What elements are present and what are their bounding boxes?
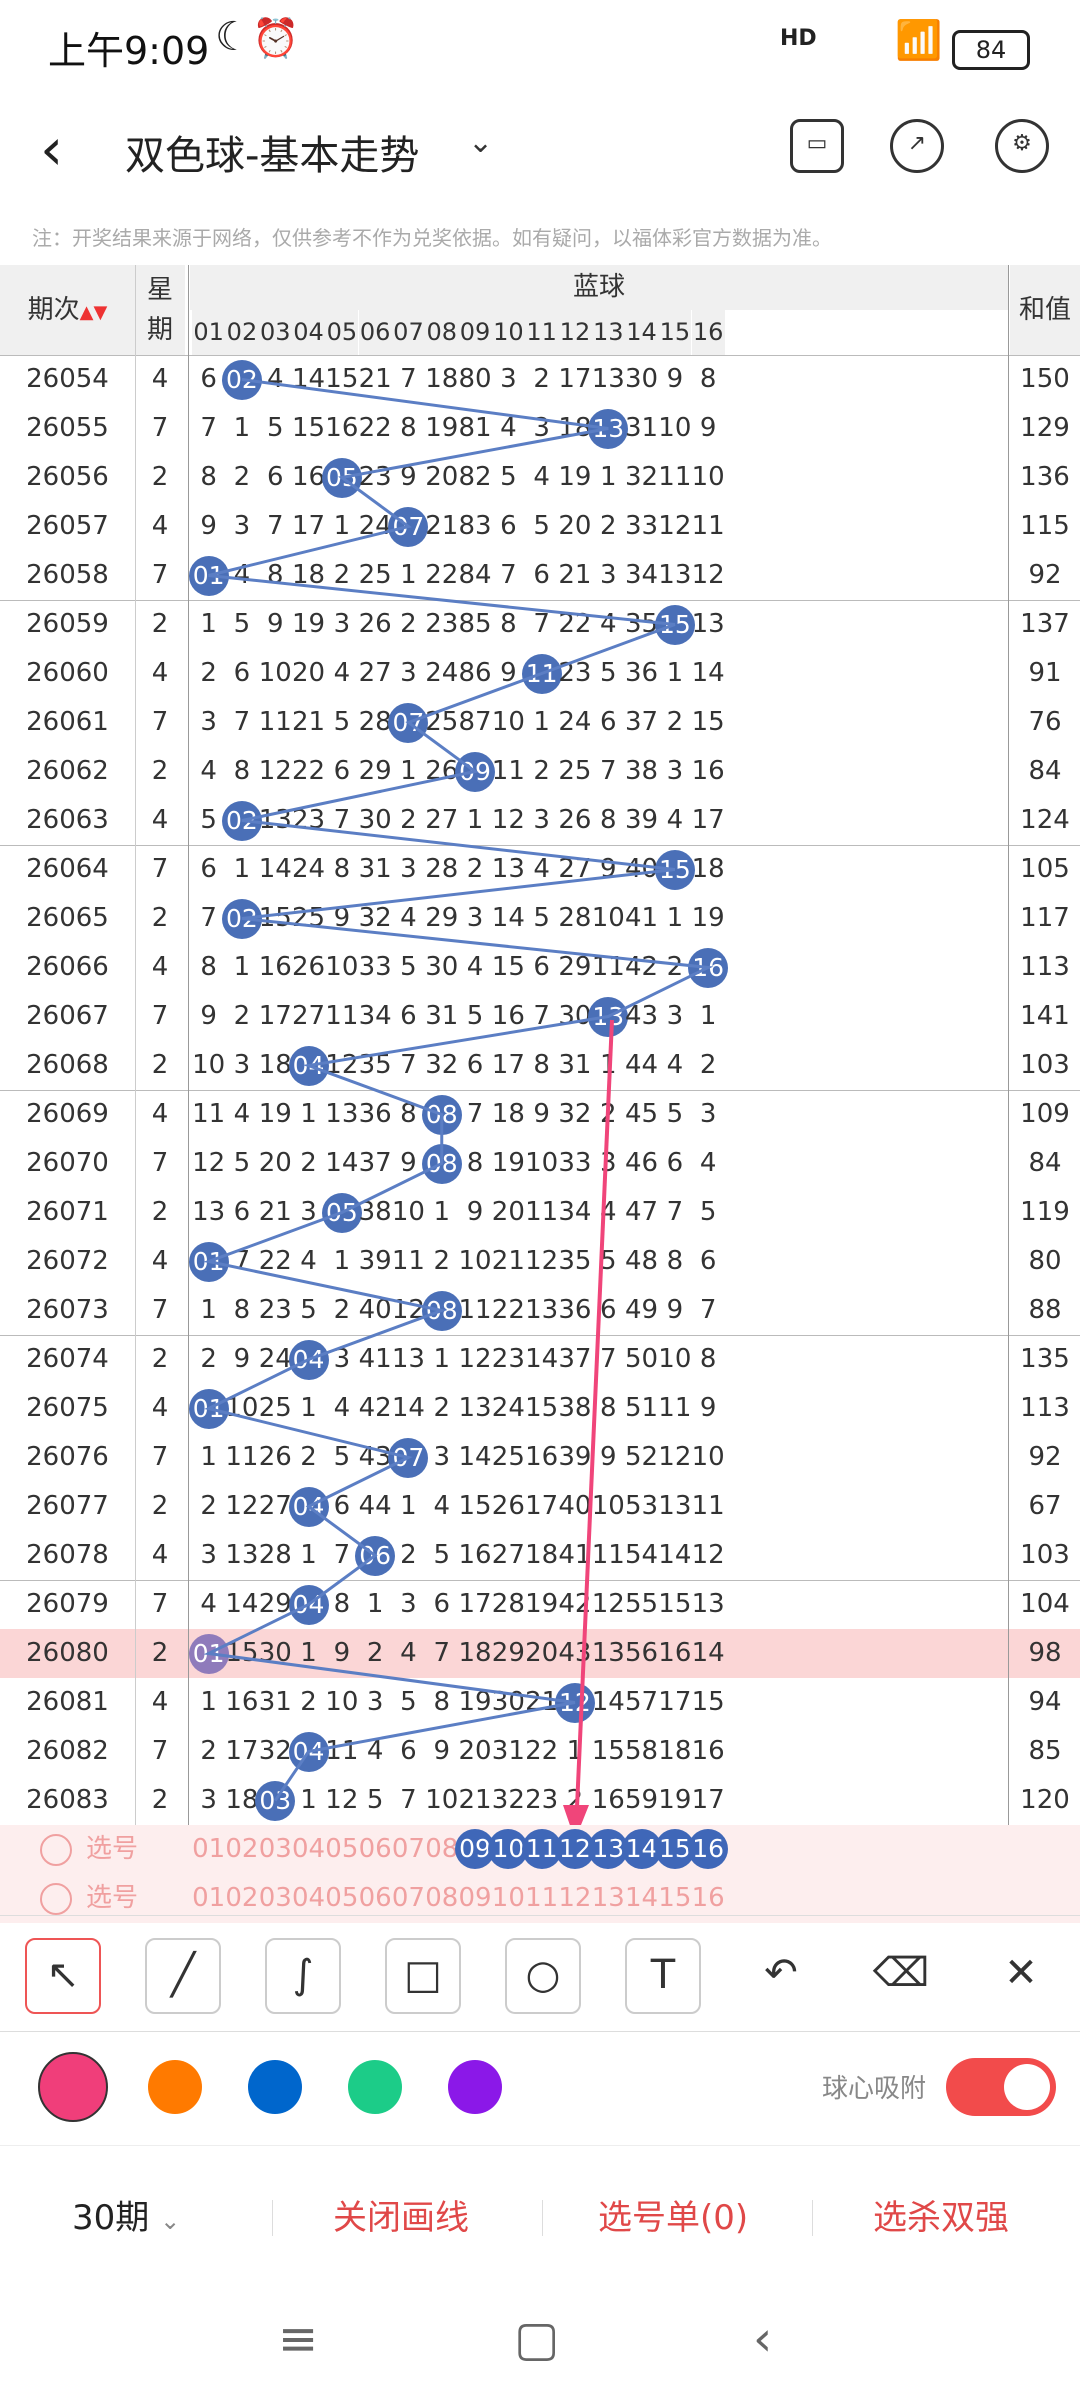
back-nav-icon[interactable]: ‹: [753, 2311, 772, 2367]
status-bar: 上午9:09 ☾ ⏰ HD 📶 84: [0, 0, 1080, 95]
clear-icon[interactable]: ✕: [985, 1938, 1057, 2010]
snap-toggle[interactable]: [946, 2058, 1056, 2116]
pick-number[interactable]: 05: [325, 1825, 358, 1874]
pick-list-button[interactable]: 选号单(0): [598, 2190, 748, 2239]
page-title[interactable]: 双色球-基本走势: [125, 123, 419, 181]
rectangle-tool-icon[interactable]: □: [385, 1938, 461, 2014]
moon-icon: ☾: [215, 14, 251, 60]
status-time: 上午9:09: [48, 29, 210, 73]
system-nav-bar: ≡ ▢ ‹: [0, 2285, 1080, 2400]
toggle-knob: [1004, 2064, 1050, 2110]
color-swatch[interactable]: [148, 2060, 202, 2114]
chevron-down-icon: ⌄: [160, 2207, 181, 2235]
radio-icon[interactable]: [40, 1882, 72, 1915]
period-select[interactable]: 30期 ⌄: [72, 2190, 180, 2239]
screen-rotate-icon[interactable]: ▭: [790, 119, 844, 173]
color-swatch[interactable]: [448, 2060, 502, 2114]
battery-icon: 84: [952, 30, 1030, 70]
trend-line: [203, 378, 714, 1840]
snap-label: 球心吸附: [822, 2074, 927, 2104]
color-swatch[interactable]: [38, 2052, 108, 2122]
arrow-drawing: [574, 1019, 614, 1831]
home-icon[interactable]: ▢: [514, 2311, 559, 2367]
kill-double-button[interactable]: 选杀双强: [873, 2190, 1009, 2239]
divider: [542, 2200, 543, 2236]
close-lines-button[interactable]: 关闭画线: [333, 2190, 469, 2239]
disclaimer-note: 注：开奖结果来源于网络，仅供参考不作为兑奖依据。如有疑问，以福体彩官方数据为准。: [32, 226, 832, 250]
pick-number[interactable]: 04: [292, 1825, 325, 1874]
app-header: ‹ 双色球-基本走势 ⌄ ▭ ↗ ⚙: [0, 95, 1080, 205]
divider: [272, 2200, 273, 2236]
divider: [812, 2200, 813, 2236]
color-palette: 球心吸附: [0, 2030, 1080, 2146]
wifi-icon: 📶: [895, 18, 943, 62]
chevron-down-icon[interactable]: ⌄: [468, 125, 493, 160]
pick-number[interactable]: 01: [192, 1825, 225, 1874]
cursor-tool-icon[interactable]: ↖: [25, 1938, 101, 2014]
pick-number[interactable]: 03: [259, 1825, 292, 1874]
signal-icon: HD: [780, 26, 817, 51]
trend-polyline: [203, 378, 714, 1802]
curve-tool-icon[interactable]: ∫: [265, 1938, 341, 2014]
line-tool-icon[interactable]: ╱: [145, 1938, 221, 2014]
action-bar: 30期 ⌄ 关闭画线 选号单(0) 选杀双强: [0, 2150, 1080, 2270]
alarm-icon: ⏰: [252, 16, 300, 60]
share-icon[interactable]: ↗: [890, 119, 944, 173]
settings-icon[interactable]: ⚙: [995, 119, 1049, 173]
eraser-icon[interactable]: ⌫: [865, 1938, 937, 2010]
pick-number[interactable]: 02: [225, 1825, 258, 1874]
drawing-toolbar: ↖ ╱ ∫ □ ○ T ↶ ⌫ ✕: [0, 1915, 1080, 2032]
pick-number[interactable]: 07: [392, 1825, 425, 1874]
color-swatch[interactable]: [348, 2060, 402, 2114]
radio-icon[interactable]: [40, 1833, 72, 1866]
circle-tool-icon[interactable]: ○: [505, 1938, 581, 2014]
back-icon[interactable]: ‹: [40, 115, 63, 183]
trend-table: 期次▲▼ 星期 蓝球 和值 01 02 03 04 05 06 07 08 09 10 11 12 13…: [0, 265, 1080, 1923]
pick-number[interactable]: 08: [425, 1825, 458, 1874]
menu-icon[interactable]: ≡: [278, 2311, 318, 2367]
undo-icon[interactable]: ↶: [745, 1938, 817, 2010]
pick-ball[interactable]: 16: [688, 1829, 729, 1869]
pick-number[interactable]: 06: [359, 1825, 392, 1874]
pick-label[interactable]: 选号: [40, 1825, 160, 1874]
text-tool-icon[interactable]: T: [625, 1938, 701, 2014]
color-swatch[interactable]: [248, 2060, 302, 2114]
